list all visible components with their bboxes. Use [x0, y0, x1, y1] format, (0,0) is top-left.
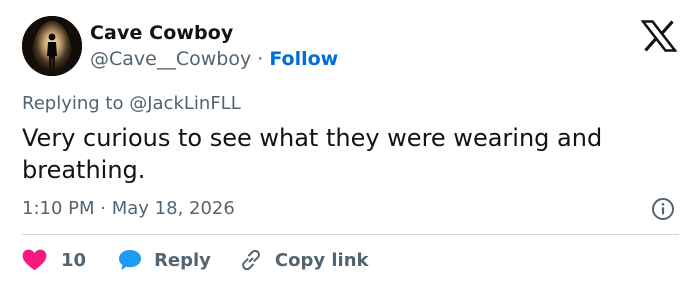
display-name[interactable]: Cave Cowboy: [90, 22, 233, 44]
tweet-text: Very curious to see what they were weari…: [22, 124, 603, 184]
divider: [22, 234, 679, 235]
reply-label: Reply: [154, 249, 211, 271]
replying-prefix: Replying to: [22, 93, 124, 114]
like-button[interactable]: 10: [22, 249, 86, 271]
tweet-time: 1:10 PM: [22, 198, 95, 219]
action-bar: 10 Reply Copy link: [22, 247, 369, 273]
heart-icon: [22, 249, 47, 271]
avatar-image: [22, 16, 82, 76]
reply-mention-link[interactable]: @JackLinFLL: [129, 93, 241, 114]
tweet-timestamp[interactable]: 1:10 PM · May 18, 2026: [22, 198, 235, 219]
link-icon: [242, 249, 260, 271]
handle-line: @Cave__Cowboy · Follow: [90, 48, 338, 70]
handle-separator: ·: [257, 48, 264, 70]
info-icon[interactable]: [651, 197, 675, 221]
speech-bubble-icon: [119, 250, 142, 270]
follow-button[interactable]: Follow: [269, 48, 338, 70]
user-handle[interactable]: @Cave__Cowboy: [90, 48, 251, 70]
timestamp-separator: ·: [100, 198, 106, 219]
reply-button[interactable]: Reply: [118, 249, 211, 271]
avatar[interactable]: [22, 16, 82, 76]
tweet-embed-card: Cave Cowboy @Cave__Cowboy · Follow Reply…: [0, 0, 700, 287]
copy-link-button[interactable]: Copy link: [239, 248, 369, 272]
like-count: 10: [61, 249, 87, 271]
x-logo-icon[interactable]: [641, 20, 677, 52]
tweet-date: May 18, 2026: [111, 198, 235, 219]
copy-link-label: Copy link: [274, 249, 369, 271]
replying-to: Replying to @JackLinFLL: [22, 93, 241, 114]
